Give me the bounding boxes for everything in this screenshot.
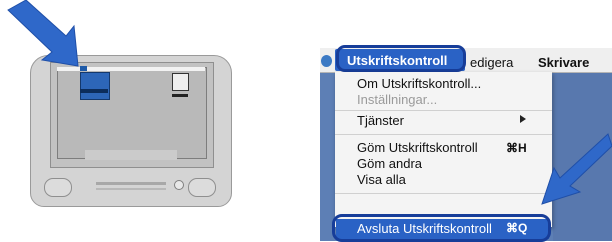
menu-item-hide-others[interactable]: Göm andra xyxy=(357,156,422,171)
arrow-icon xyxy=(7,0,79,67)
apple-icon[interactable] xyxy=(321,55,332,67)
menu-item-about[interactable]: Om Utskriftskontroll... xyxy=(357,76,481,91)
arrow-icon xyxy=(541,133,612,205)
speaker-right-icon xyxy=(188,178,216,197)
menu-printer[interactable]: Skrivare xyxy=(538,55,589,70)
power-button-icon xyxy=(174,180,184,190)
trash-icon xyxy=(172,73,189,91)
window-icon-base xyxy=(80,89,108,93)
menu-item-show-all[interactable]: Visa alla xyxy=(357,172,406,187)
shortcut-hide-app: ⌘H xyxy=(506,141,527,155)
highlight-outline-app-menu xyxy=(336,45,466,72)
menu-separator xyxy=(335,193,552,194)
chevron-right-icon xyxy=(520,115,526,123)
disc-slot xyxy=(96,182,166,185)
speaker-left-icon xyxy=(44,178,72,197)
menu-item-preferences[interactable]: Inställningar... xyxy=(357,92,437,107)
menu-item-hide-app[interactable]: Göm Utskriftskontroll xyxy=(357,140,478,155)
disc-slot-lower xyxy=(96,188,166,190)
menu-separator xyxy=(335,134,552,135)
highlight-outline-quit xyxy=(332,214,551,242)
menu-separator xyxy=(335,110,552,111)
menu-edit[interactable]: edigera xyxy=(470,55,513,70)
screen-dock-area xyxy=(85,150,177,160)
menu-item-services[interactable]: Tjänster xyxy=(357,113,404,128)
trash-icon-base xyxy=(172,94,188,97)
